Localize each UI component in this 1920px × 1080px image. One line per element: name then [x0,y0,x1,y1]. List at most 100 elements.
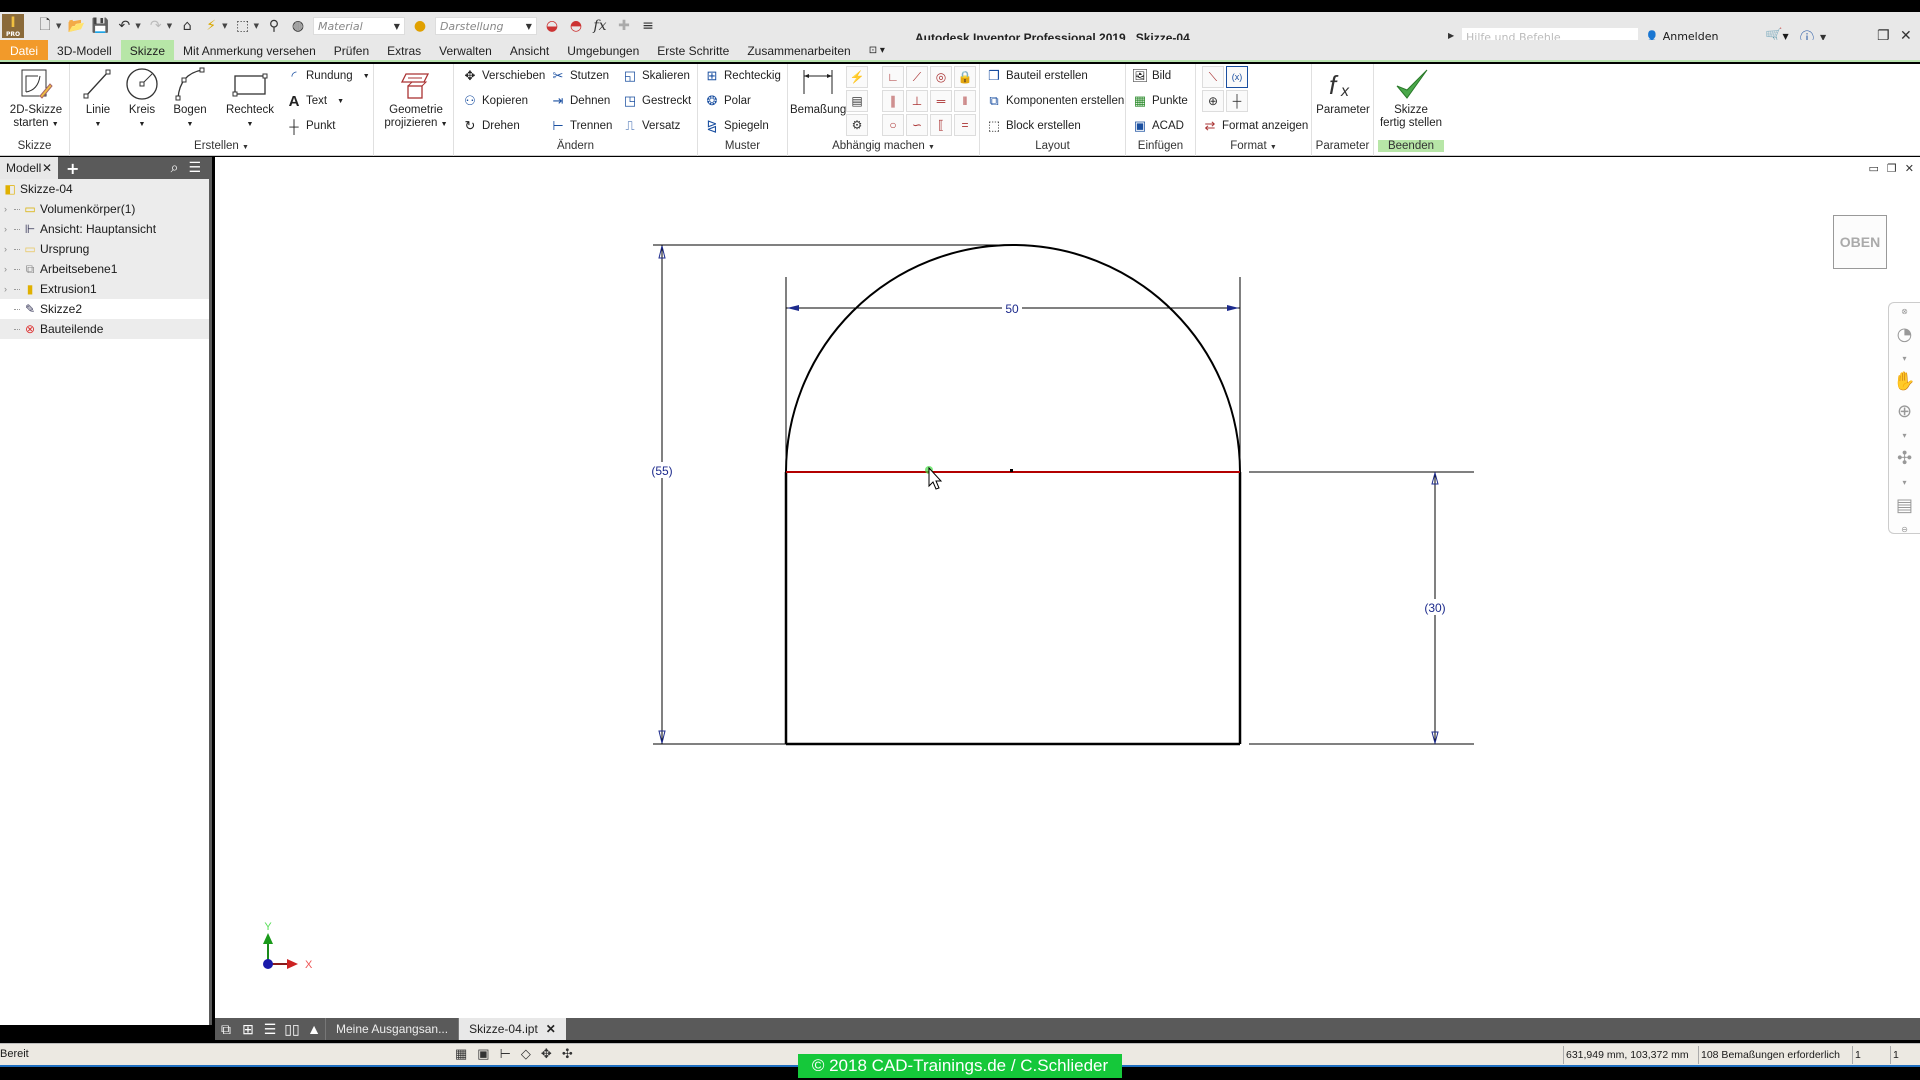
rectangular-pattern-button[interactable]: ⊞ Rechteckig [704,68,781,84]
arc-button[interactable]: Bogen ▼ [168,66,212,131]
panel-label-erstellen[interactable]: Erstellen ▼ [70,140,373,152]
offset-button[interactable]: ⎍ Versatz [622,118,680,134]
tree-item-solid-bodies[interactable]: › ▭ Volumenkörper(1) [0,199,209,219]
home-icon[interactable]: ⌂ [178,17,196,35]
undo-dropdown-icon[interactable]: ▼ [135,22,140,30]
panel-label-constrain[interactable]: Abhängig machen ▼ [788,140,979,152]
circle-button[interactable]: Kreis ▼ [122,66,162,131]
rotate-button[interactable]: ↻ Drehen [462,118,520,134]
concentric-constraint-icon[interactable]: ◎ [930,66,952,88]
image-button[interactable]: 🖼 Bild [1132,68,1171,84]
navbar-close-icon[interactable]: ⊗ [1901,307,1908,316]
doc-tab-home[interactable]: Meine Ausgangsan... [325,1018,458,1040]
sketch-canvas[interactable]: (55) 50 (30) Y X [215,157,1920,1018]
graphics-window[interactable]: (55) 50 (30) Y X [215,157,1920,1018]
select-icon[interactable]: ⬚ [234,17,252,35]
move-button[interactable]: ✥ Verschieben [462,68,546,84]
scale-button[interactable]: ◱ Skalieren [622,68,690,84]
copy-button[interactable]: ⚇ Kopieren [462,93,528,109]
viewcube[interactable]: OBEN [1833,215,1887,269]
tab-extras[interactable]: Extras [378,40,430,60]
dimension-button[interactable]: Bemaßung [790,66,846,117]
infer-constraints-icon[interactable]: ✥ [541,1046,552,1062]
tree-item-root[interactable]: ◧ Skizze-04 [0,179,209,199]
extend-button[interactable]: ⇥ Dehnen [550,93,611,109]
dim-55-text[interactable]: (55) [651,464,672,478]
app-logo-button[interactable]: I PRO [2,14,24,38]
steering-wheel-icon[interactable]: ◔ [1893,323,1917,346]
tab-datei[interactable]: Datei [0,40,49,60]
arc-center-point[interactable] [1010,469,1013,472]
expand-icon[interactable]: › [4,204,14,214]
undo-icon[interactable]: ↶ [115,17,133,35]
tree-item-sketch2[interactable]: ✎ Skizze2 [0,299,209,319]
orbit-icon[interactable]: ✣ [1893,447,1917,470]
expand-icon[interactable]: › [4,264,14,274]
document-list-icon[interactable]: ▲ [303,1021,325,1037]
smooth-constraint-icon[interactable]: ∽ [906,114,928,136]
symmetric-constraint-icon[interactable]: ⟦ [930,114,952,136]
update-dropdown-icon[interactable]: ▼ [222,22,227,30]
chevron-down-icon[interactable]: ▾ [1902,431,1906,440]
tile-vertical-icon[interactable]: ▯▯ [281,1021,303,1038]
parameters-button[interactable]: fx Parameter [1314,66,1372,117]
ribbon-display-options[interactable]: ⊡ ▾ [860,40,894,60]
trim-button[interactable]: ✂ Stutzen [550,68,609,84]
points-button[interactable]: ▦ Punkte [1132,93,1188,109]
add-browser-tab-icon[interactable]: + [66,159,79,178]
line-button[interactable]: Linie ▼ [78,66,118,131]
menu-icon[interactable]: ☰ [188,160,201,176]
snap-grid-icon[interactable]: ▦ [455,1046,467,1062]
look-at-icon[interactable]: ▤ [1893,494,1917,517]
tab-verwalten[interactable]: Verwalten [430,40,501,60]
redo-dropdown-icon[interactable]: ▼ [167,22,172,30]
finish-sketch-button[interactable]: Skizze fertig stellen [1374,66,1448,130]
new-dropdown-icon[interactable]: ▼ [56,22,61,30]
vertical-constraint-icon[interactable]: ‖ [954,90,976,112]
material-select[interactable]: Material ▼ [312,17,405,35]
coincident-constraint-icon[interactable]: ∟ [882,66,904,88]
pan-hand-icon[interactable]: ✋ [1893,370,1917,393]
perpendicular-constraint-icon[interactable]: ⊥ [906,90,928,112]
fx-parameters-icon[interactable]: fx [591,17,609,35]
panel-label-format[interactable]: Format ▼ [1196,140,1311,152]
parallel-constraint-icon[interactable]: ∥ [882,90,904,112]
navbar-options-icon[interactable]: ⊖ [1901,525,1908,534]
collinear-constraint-icon[interactable]: ⟋ [906,66,928,88]
expand-icon[interactable]: › [4,284,14,294]
dimension-display-icon[interactable]: ⊢ [500,1046,511,1062]
auto-dimension-icon[interactable]: ⚡ [846,66,868,88]
centerpoint-icon[interactable]: ⊕ [1202,90,1224,112]
tangent-constraint-icon[interactable]: ○ [882,114,904,136]
fillet-button[interactable]: ◜ Rundung ▼ [286,68,369,84]
tile-icon[interactable]: ⊞ [237,1021,259,1038]
horizontal-constraint-icon[interactable]: ═ [930,90,952,112]
search-expand-icon[interactable]: ▶ [1448,31,1454,40]
tab-ansicht[interactable]: Ansicht [501,40,558,60]
point-button[interactable]: ┼ Punkt [286,118,335,134]
zoom-icon[interactable]: ⊕ [1893,401,1917,424]
sketch-arc[interactable] [785,244,1241,473]
close-icon[interactable]: ✕ [546,1022,556,1036]
tab-anmerkung[interactable]: Mit Anmerkung versehen [174,40,325,60]
split-button[interactable]: ⊢ Trennen [550,118,612,134]
browser-tab-model[interactable]: Modell ✕ [0,157,58,179]
properties-icon[interactable]: ⚲ [265,17,283,35]
dim-30-text[interactable]: (30) [1424,601,1445,615]
doc-close-icon[interactable]: ✕ [1905,162,1914,175]
tree-item-view[interactable]: › ⊩ Ansicht: Hauptansicht [0,219,209,239]
clear-appearance-icon[interactable]: ◓ [567,17,585,35]
save-icon[interactable]: 💾 [91,17,109,35]
tab-zusammenarbeiten[interactable]: Zusammenarbeiten [738,40,859,60]
constraint-settings-icon[interactable]: ⚙ [846,114,868,136]
rectangle-button[interactable]: Rechteck ▼ [220,66,280,131]
fix-constraint-icon[interactable]: 🔒 [954,66,976,88]
equal-constraint-icon[interactable]: = [954,114,976,136]
redo-icon[interactable]: ↷ [147,17,165,35]
dim-50-text[interactable]: 50 [1005,302,1019,316]
search-icon[interactable]: ⌕ [171,160,179,176]
acad-button[interactable]: ▣ ACAD [1132,118,1184,134]
centerline-icon[interactable]: ┼ [1226,90,1248,112]
tab-umgebungen[interactable]: Umgebungen [558,40,648,60]
tree-item-extrusion[interactable]: › ▮ Extrusion1 [0,279,209,299]
